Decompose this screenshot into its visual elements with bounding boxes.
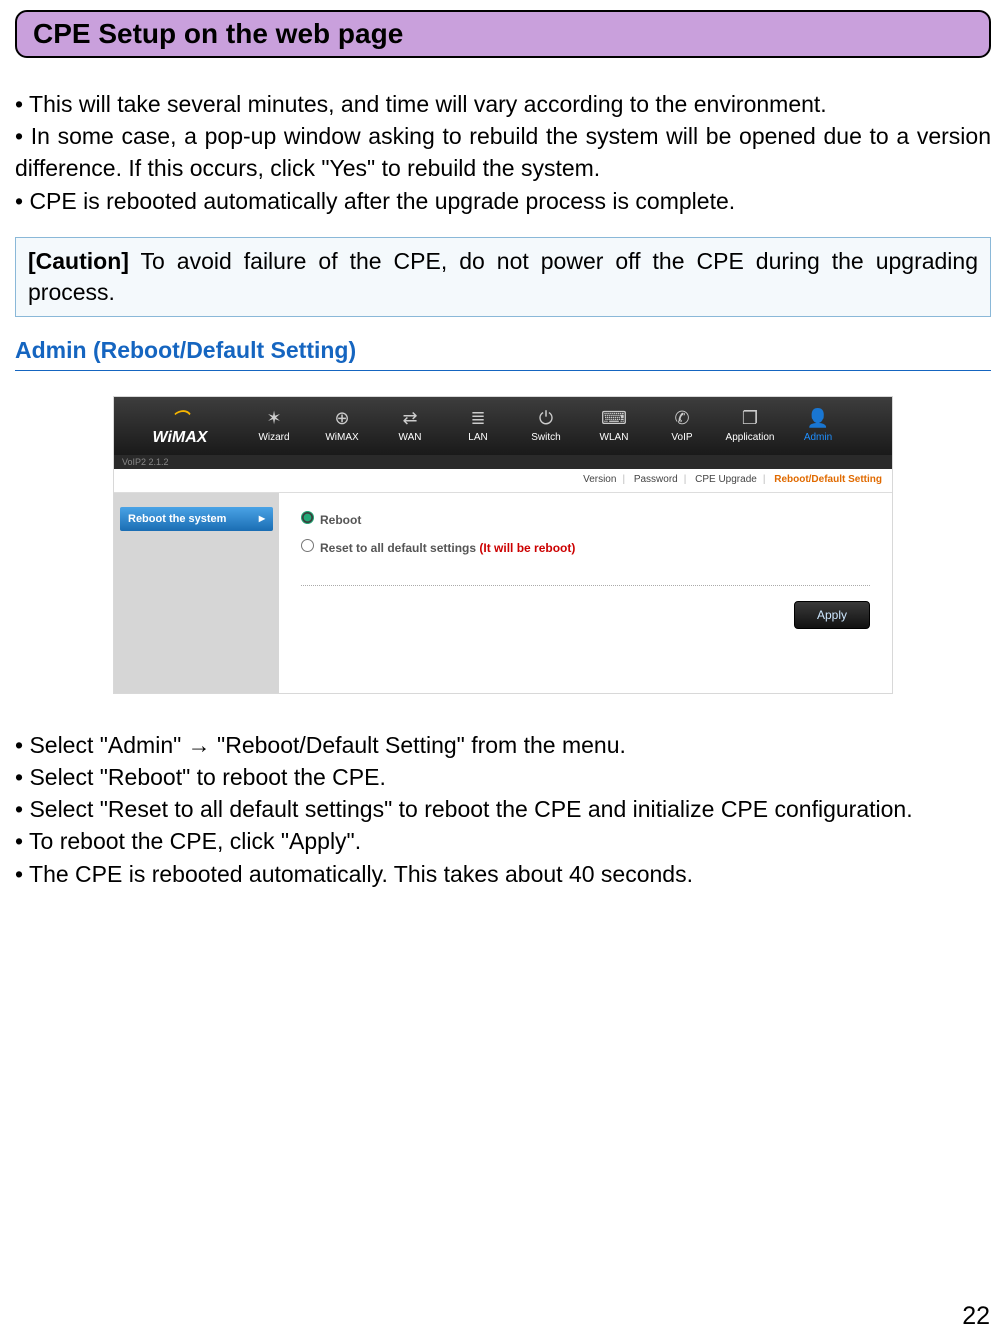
nav-label: WAN xyxy=(399,432,422,443)
reset-radio[interactable] xyxy=(301,539,314,552)
subtab-reboot-default[interactable]: Reboot/Default Setting xyxy=(774,474,882,485)
page-title-bar: CPE Setup on the web page xyxy=(15,10,991,58)
chevron-right-icon: ▶ xyxy=(259,514,265,523)
nav-label: Application xyxy=(726,432,775,443)
intro-text: • This will take several minutes, and ti… xyxy=(15,88,991,217)
sidebar-btn-label: Reboot the system xyxy=(128,513,226,525)
page-title: CPE Setup on the web page xyxy=(33,18,403,49)
intro-bullet: • This will take several minutes, and ti… xyxy=(15,88,991,120)
subtab-version[interactable]: Version xyxy=(583,474,616,485)
admin-icon: 👤 xyxy=(807,408,829,429)
divider xyxy=(301,585,870,586)
nav-label: VoIP xyxy=(671,432,692,443)
version-label: VoIP2 2.1.2 xyxy=(114,455,892,469)
intro-bullet: • In some case, a pop-up window asking t… xyxy=(15,120,991,184)
instructions-text: • Select "Admin" → "Reboot/Default Setti… xyxy=(15,729,991,890)
instruction-bullet: • Select "Admin" → "Reboot/Default Setti… xyxy=(15,729,991,761)
reboot-label: Reboot xyxy=(320,513,361,527)
switch-icon: ⏻ xyxy=(539,408,553,429)
lan-icon: ≣ xyxy=(470,408,485,429)
nav-lan[interactable]: ≣ LAN xyxy=(444,397,512,455)
reboot-radio[interactable] xyxy=(301,511,314,524)
separator: | xyxy=(684,474,687,485)
reset-option-row: Reset to all default settings (It will b… xyxy=(301,539,870,555)
nav-wlan[interactable]: ⌨ WLAN xyxy=(580,397,648,455)
wizard-icon: ✶ xyxy=(266,408,281,429)
nav-admin[interactable]: 👤 Admin xyxy=(784,397,852,455)
subtab-cpe-upgrade[interactable]: CPE Upgrade xyxy=(695,474,757,485)
separator: | xyxy=(763,474,766,485)
voip-icon: ✆ xyxy=(674,408,689,429)
admin-screenshot: ⌒ WiMAX ✶ Wizard ⊕ WiMAX ⇄ WAN ≣ LAN ⏻ Switch… xyxy=(113,396,893,694)
wlan-icon: ⌨ xyxy=(601,408,627,429)
caution-box: [Caution] To avoid failure of the CPE, d… xyxy=(15,237,991,317)
apply-wrap: Apply xyxy=(301,601,870,629)
instruction-bullet: • Select "Reset to all default settings"… xyxy=(15,793,991,825)
nav-voip[interactable]: ✆ VoIP xyxy=(648,397,716,455)
reboot-option-row: Reboot xyxy=(301,511,870,527)
content-area: Reboot the system ▶ Reboot Reset to all … xyxy=(114,493,892,693)
wan-icon: ⇄ xyxy=(402,408,417,429)
sidebar-reboot-button[interactable]: Reboot the system ▶ xyxy=(120,507,273,531)
intro-bullet: • CPE is rebooted automatically after th… xyxy=(15,185,991,217)
wimax-logo: ⌒ WiMAX xyxy=(120,405,240,447)
caution-text: To avoid failure of the CPE, do not powe… xyxy=(28,248,978,305)
nav-switch[interactable]: ⏻ Switch xyxy=(512,397,580,455)
nav-label: Switch xyxy=(531,432,560,443)
nav-wizard[interactable]: ✶ Wizard xyxy=(240,397,308,455)
nav-wimax[interactable]: ⊕ WiMAX xyxy=(308,397,376,455)
page-number: 22 xyxy=(962,1302,990,1331)
instruction-bullet: • The CPE is rebooted automatically. Thi… xyxy=(15,858,991,890)
nav-label: LAN xyxy=(468,432,487,443)
top-nav-bar: ⌒ WiMAX ✶ Wizard ⊕ WiMAX ⇄ WAN ≣ LAN ⏻ Switch… xyxy=(114,397,892,455)
nav-application[interactable]: ❐ Application xyxy=(716,397,784,455)
nav-label: Wizard xyxy=(258,432,289,443)
wimax-icon: ⊕ xyxy=(334,408,349,429)
reset-label: Reset to all default settings xyxy=(320,541,476,555)
separator: | xyxy=(622,474,625,485)
reset-warning: (It will be reboot) xyxy=(479,541,575,555)
apply-button[interactable]: Apply xyxy=(794,601,870,629)
subtab-password[interactable]: Password xyxy=(634,474,678,485)
sidebar: Reboot the system ▶ xyxy=(114,493,279,693)
section-heading: Admin (Reboot/Default Setting) xyxy=(15,337,991,371)
instruction-bullet: • Select "Reboot" to reboot the CPE. xyxy=(15,761,991,793)
nav-wan[interactable]: ⇄ WAN xyxy=(376,397,444,455)
caution-label: [Caution] xyxy=(28,248,129,274)
nav-label: WiMAX xyxy=(325,432,358,443)
main-nav: ✶ Wizard ⊕ WiMAX ⇄ WAN ≣ LAN ⏻ Switch ⌨ WLAN ✆… xyxy=(240,397,886,455)
nav-label: Admin xyxy=(804,432,832,443)
main-panel: Reboot Reset to all default settings (It… xyxy=(279,493,892,693)
application-icon: ❐ xyxy=(742,408,758,429)
instruction-bullet: • To reboot the CPE, click "Apply". xyxy=(15,825,991,857)
nav-label: WLAN xyxy=(600,432,629,443)
sub-nav: Version | Password | CPE Upgrade | Reboot/D… xyxy=(114,469,892,493)
